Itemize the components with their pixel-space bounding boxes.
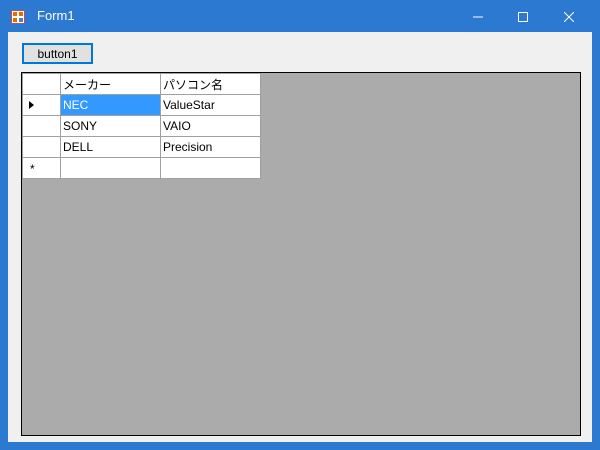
grid-table: メーカー パソコン名 NEC ValueStar SONY VAIO DELL …: [22, 73, 261, 179]
table-row: NEC ValueStar: [22, 94, 261, 116]
top-left-header-cell[interactable]: [22, 73, 61, 95]
title-bar[interactable]: Form1: [1, 1, 599, 32]
row-header[interactable]: [22, 136, 61, 158]
row-header[interactable]: [22, 94, 61, 116]
table-row: DELL Precision: [22, 136, 261, 158]
form-client-area: button1 メーカー パソコン名 NEC ValueStar SONY VA…: [8, 32, 592, 442]
table-row: SONY VAIO: [22, 115, 261, 137]
column-header-maker[interactable]: メーカー: [60, 73, 161, 95]
grid-cell[interactable]: DELL: [60, 136, 161, 158]
minimize-button[interactable]: [455, 1, 501, 32]
grid-cell[interactable]: VAIO: [160, 115, 261, 137]
column-header-pc-name[interactable]: パソコン名: [160, 73, 261, 95]
row-header[interactable]: *: [22, 157, 61, 179]
grid-cell[interactable]: ValueStar: [160, 94, 261, 116]
new-row: *: [22, 157, 261, 179]
grid-cell[interactable]: Precision: [160, 136, 261, 158]
header-row: メーカー パソコン名: [22, 73, 261, 95]
grid-cell[interactable]: [160, 157, 261, 179]
new-row-marker: *: [30, 162, 35, 176]
current-row-icon: [29, 101, 34, 109]
close-button[interactable]: [546, 1, 592, 32]
row-header[interactable]: [22, 115, 61, 137]
button1[interactable]: button1: [22, 43, 93, 64]
grid-cell[interactable]: NEC: [60, 94, 161, 116]
form-app-icon: [11, 10, 25, 24]
data-grid-view[interactable]: メーカー パソコン名 NEC ValueStar SONY VAIO DELL …: [21, 72, 581, 436]
close-icon: [564, 11, 574, 22]
maximize-button[interactable]: [500, 1, 546, 32]
window-title: Form1: [37, 8, 75, 23]
grid-cell[interactable]: SONY: [60, 115, 161, 137]
main-window: Form1 button1 メーカー パソコン名 NEC ValueStar S…: [0, 0, 600, 450]
maximize-icon: [518, 11, 528, 22]
grid-cell[interactable]: [60, 157, 161, 179]
minimize-icon: [473, 16, 483, 17]
